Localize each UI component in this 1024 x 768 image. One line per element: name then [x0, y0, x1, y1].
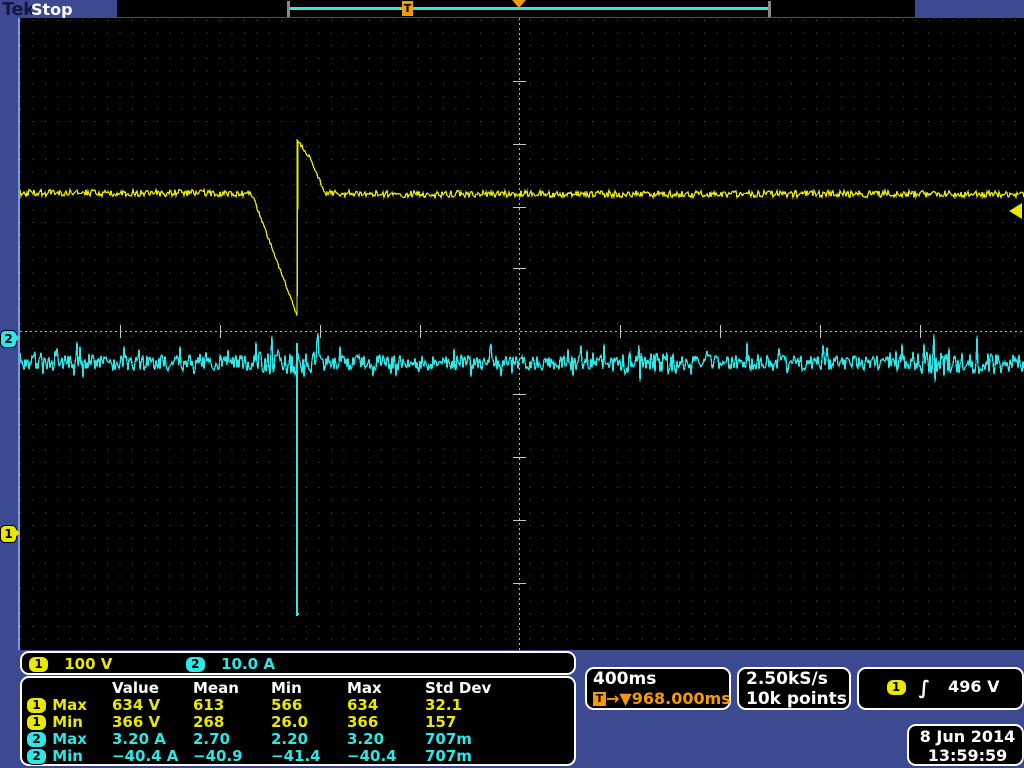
col-header-min: Min	[271, 679, 302, 697]
row-value: 366 V	[112, 713, 161, 731]
row-measurement-name: Max	[52, 696, 87, 714]
row-max: 366	[347, 713, 379, 731]
measurement-table[interactable]: Value Mean Min Max Std Dev 1 Max 634 V 6…	[20, 676, 576, 766]
row-channel-badge: 2	[26, 731, 47, 748]
row-stddev: 707m	[425, 747, 472, 765]
ch1-ground-reference-marker[interactable]: 1	[0, 525, 20, 543]
vertical-scale-readout[interactable]: 1 100 V 2 10.0 A	[20, 651, 576, 675]
row-stddev: 707m	[425, 730, 472, 748]
time-label: 13:59:59	[927, 746, 1008, 765]
date-label: 8 Jun 2014	[919, 727, 1016, 746]
measurement-header-row: Value Mean Min Max Std Dev	[26, 680, 515, 697]
waveform-plot-area[interactable]	[20, 18, 1024, 650]
row-stddev: 32.1	[425, 696, 463, 714]
row-measurement-name: Min	[52, 747, 83, 765]
timebase-delay-arrow-icon: →▼	[606, 689, 632, 708]
ch1-marker-pointer	[13, 527, 20, 539]
col-header-stddev: Std Dev	[425, 679, 492, 697]
table-row[interactable]: 2 Max 3.20 A 2.70 2.20 3.20 707m	[26, 731, 515, 748]
scope-screen: Tek Stop T 2 1 1 100 V 2 10.0 A Value Me…	[0, 0, 1024, 768]
ch2-badge[interactable]: 2	[184, 656, 206, 673]
ch1-badge[interactable]: 1	[28, 656, 49, 673]
record-window-right-bracket	[768, 1, 771, 17]
row-mean: −40.9	[193, 747, 243, 765]
timebase-trigger-icon: T	[593, 692, 606, 706]
row-mean: 268	[193, 713, 225, 731]
trace-channel-2	[20, 332, 1024, 616]
record-length: 10k points	[746, 689, 847, 709]
row-measurement-name: Min	[52, 713, 83, 731]
record-window-bar	[290, 7, 768, 10]
row-measurement-name: Max	[52, 730, 87, 748]
table-row[interactable]: 2 Min −40.4 A −40.9 −41.4 −40.4 707m	[26, 748, 515, 765]
row-value: −40.4 A	[112, 747, 179, 765]
table-row[interactable]: 1 Min 366 V 268 26.0 366 157	[26, 714, 515, 731]
row-min: 2.20	[271, 730, 309, 748]
row-value: 3.20 A	[112, 730, 166, 748]
row-value: 634 V	[112, 696, 161, 714]
timebase-scale: 400ms	[593, 669, 657, 689]
col-header-mean: Mean	[193, 679, 239, 697]
record-length-overview[interactable]: T	[117, 0, 915, 17]
top-status-bar: Tek Stop T	[0, 0, 1024, 20]
row-stddev: 157	[425, 713, 457, 731]
row-max: 3.20	[347, 730, 385, 748]
table-row[interactable]: 1 Max 634 V 613 566 634 32.1	[26, 697, 515, 714]
ch1-scale-label: 100 V	[64, 655, 113, 673]
ch2-marker-pointer	[13, 332, 20, 344]
trigger-readout[interactable]: 1 ∫ 496 V	[857, 667, 1024, 710]
row-channel-badge: 1	[26, 714, 47, 731]
row-max: 634	[347, 696, 379, 714]
trigger-source-badge: 1	[885, 679, 907, 696]
trace-channel-1	[20, 139, 1024, 316]
acquisition-readout[interactable]: 2.50kS/s 10k points	[737, 667, 851, 710]
run-state-label[interactable]: Stop	[31, 0, 73, 19]
row-mean: 2.70	[193, 730, 231, 748]
sample-rate: 2.50kS/s	[746, 669, 828, 689]
trigger-position-marker-top[interactable]: T	[402, 1, 413, 16]
waveform-traces	[20, 139, 1024, 616]
record-center-marker	[512, 0, 526, 8]
ch2-scale-label: 10.0 A	[221, 655, 275, 673]
row-mean: 613	[193, 696, 225, 714]
row-channel-badge: 1	[26, 697, 47, 714]
date-time-readout: 8 Jun 2014 13:59:59	[907, 724, 1024, 766]
ch2-ground-reference-marker[interactable]: 2	[0, 330, 20, 348]
timebase-readout[interactable]: 400ms T →▼968.000ms	[585, 667, 731, 710]
row-channel-badge: 2	[26, 748, 47, 765]
row-min: 566	[271, 696, 303, 714]
tek-logo: Tek	[2, 0, 35, 20]
trigger-level-arrow[interactable]	[1009, 203, 1022, 219]
col-header-value: Value	[112, 679, 159, 697]
trigger-level-value: 496 V	[948, 677, 1000, 696]
col-header-max: Max	[347, 679, 382, 697]
row-min: 26.0	[271, 713, 309, 731]
row-min: −41.4	[271, 747, 321, 765]
timebase-delay-value: 968.000ms	[631, 689, 731, 708]
row-max: −40.4	[347, 747, 397, 765]
rising-edge-icon: ∫	[918, 677, 931, 699]
